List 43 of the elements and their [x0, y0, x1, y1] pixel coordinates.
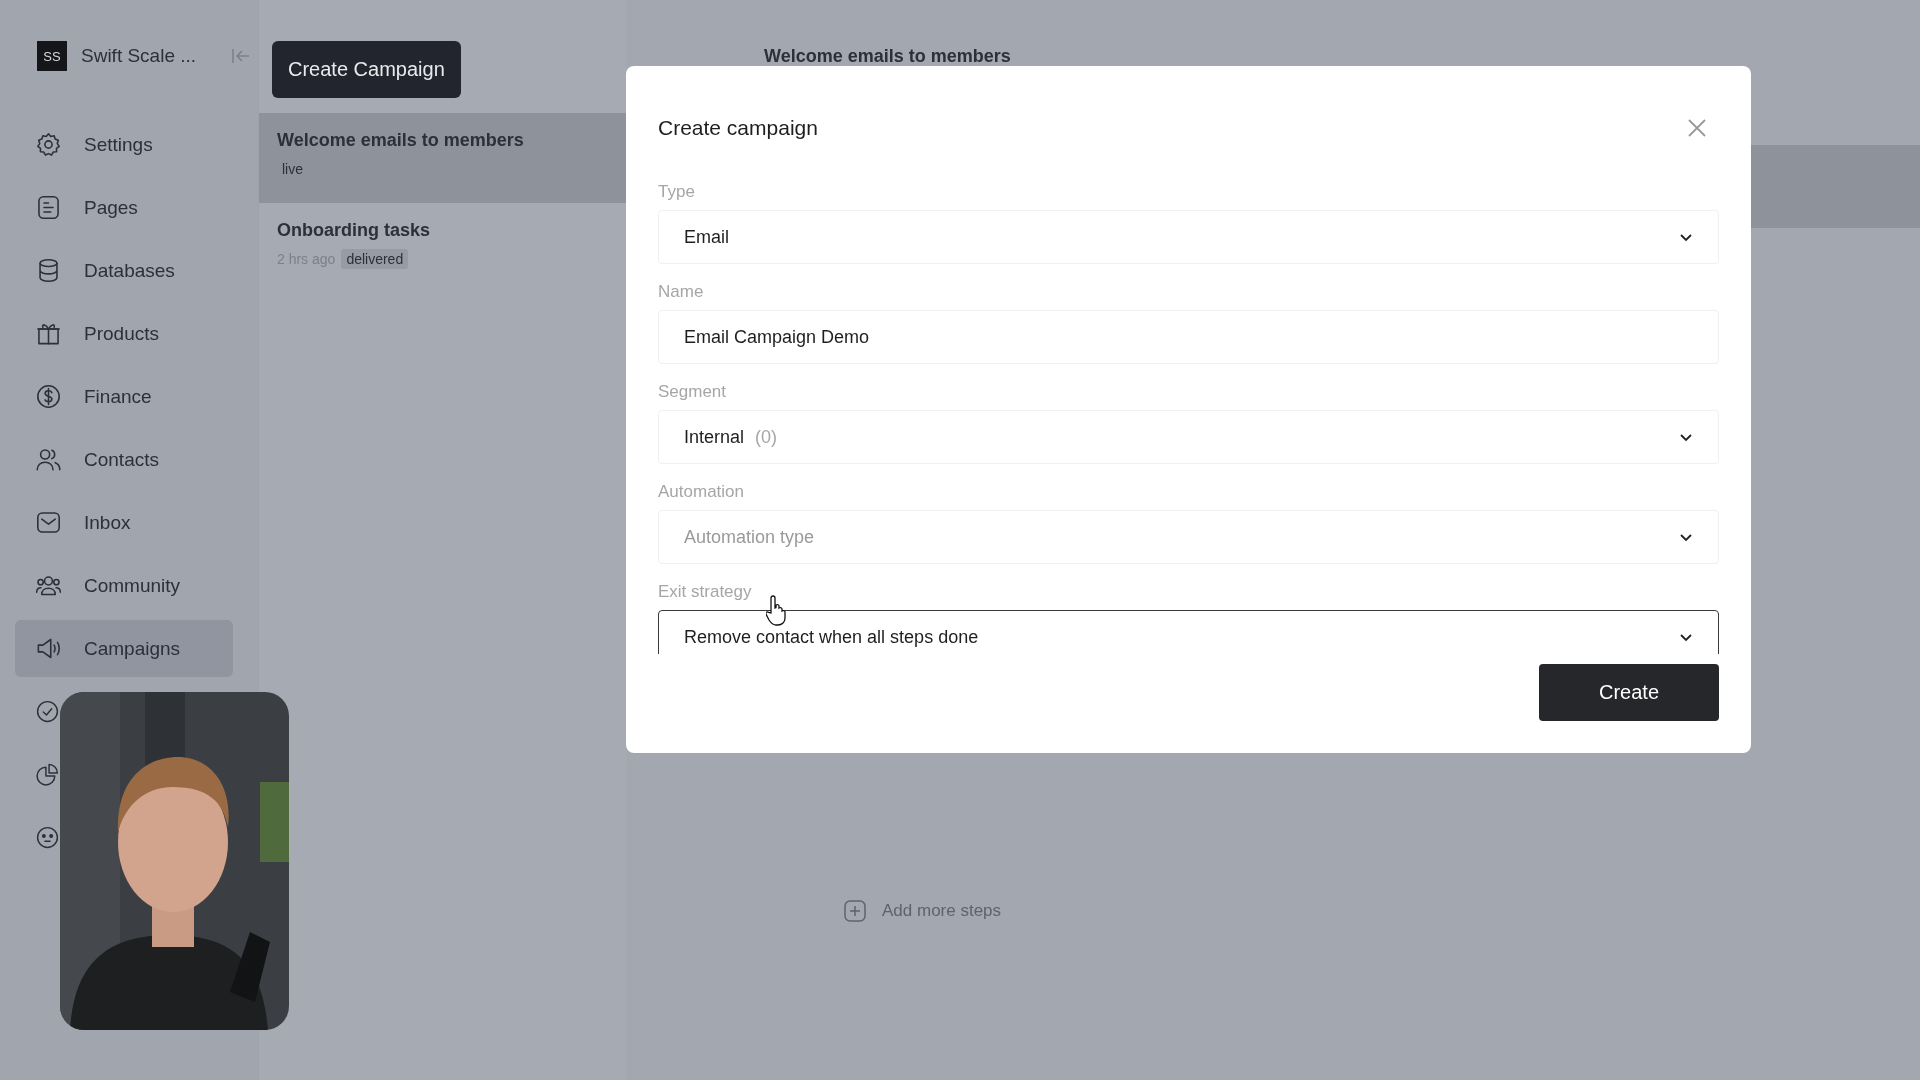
pie-chart-icon: [35, 762, 60, 787]
people-icon: [35, 446, 62, 473]
chevron-down-icon: [1679, 232, 1693, 242]
dialog-title: Create campaign: [658, 116, 818, 140]
settings-icon: [35, 131, 62, 158]
create-button[interactable]: Create: [1539, 664, 1719, 721]
workspace-name[interactable]: Swift Scale ...: [81, 45, 197, 67]
status-tag: delivered: [341, 249, 409, 269]
field-label: Automation: [658, 481, 744, 503]
name-input-field[interactable]: Email Campaign Demo: [658, 310, 1719, 364]
close-icon[interactable]: [1687, 118, 1707, 138]
field-label: Name: [658, 281, 704, 303]
nav-item[interactable]: Contacts: [15, 431, 233, 488]
nav-item[interactable]: Products: [15, 305, 233, 362]
dollar-icon: [35, 383, 62, 410]
status-tag: live: [277, 159, 308, 179]
workspace-logo: SS: [37, 41, 67, 71]
page-icon: [35, 194, 62, 221]
select-dropdown[interactable]: Internal (0): [658, 410, 1719, 464]
mail-icon: [35, 509, 62, 536]
field-label: Type: [658, 181, 695, 203]
nav-item[interactable]: Finance: [15, 368, 233, 425]
campaign-heading: Welcome emails to members: [764, 46, 1012, 67]
face-icon: [35, 825, 60, 850]
nav-item[interactable]: Community: [15, 557, 233, 614]
chevron-down-icon: [1679, 632, 1693, 642]
campaign-title: Onboarding tasks: [277, 220, 432, 241]
select-dropdown[interactable]: Automation type: [658, 510, 1719, 564]
chevron-down-icon: [1679, 532, 1693, 542]
field-label: Segment: [658, 381, 727, 403]
nav-item[interactable]: Campaigns: [15, 620, 233, 677]
chevron-down-icon: [1679, 432, 1693, 442]
nav-item[interactable]: Databases: [15, 242, 233, 299]
check-circle-icon: [35, 699, 60, 724]
create-campaign-button[interactable]: Create Campaign: [272, 41, 461, 98]
campaign-title: Welcome emails to members: [277, 130, 525, 151]
campaign-row[interactable]: Welcome emails to members live: [259, 113, 626, 203]
nav-item[interactable]: Inbox: [15, 494, 233, 551]
nav-item[interactable]: Settings: [15, 116, 233, 173]
field-label: Exit strategy: [658, 581, 752, 603]
select-dropdown[interactable]: Email: [658, 210, 1719, 264]
plus-icon: [844, 900, 866, 922]
nav-item[interactable]: Pages: [15, 179, 233, 236]
